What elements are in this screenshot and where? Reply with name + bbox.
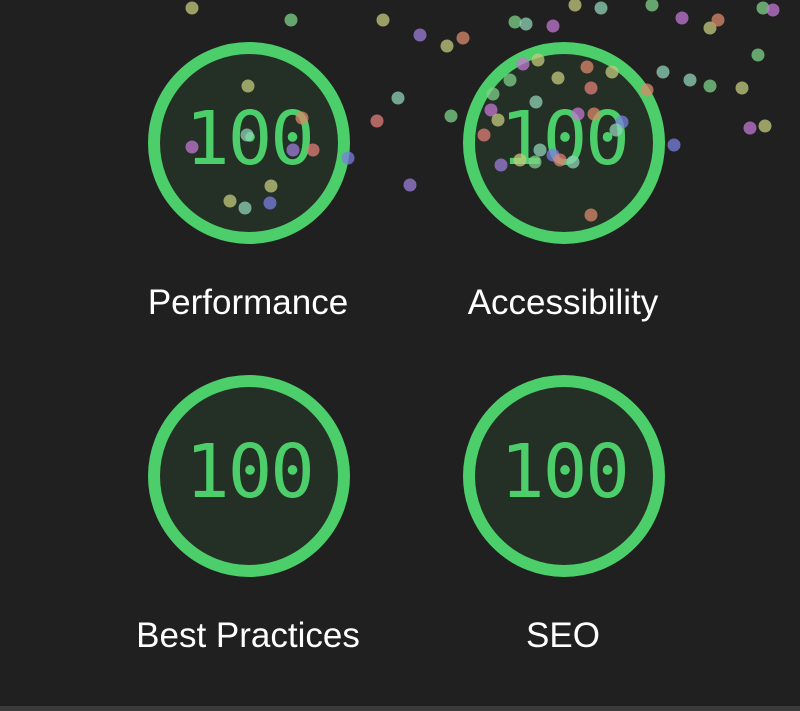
performance-label: Performance — [147, 283, 349, 322]
confetti-dot — [758, 119, 772, 133]
confetti-overlay — [185, 0, 780, 222]
confetti-dot — [546, 19, 560, 33]
performance-score-gauge[interactable]: 100 — [148, 42, 350, 244]
confetti-dot — [508, 15, 522, 29]
accessibility-score-value: 100 — [500, 96, 630, 182]
confetti-dot — [185, 1, 199, 15]
confetti-dot — [656, 65, 670, 79]
confetti-dot — [284, 13, 298, 27]
confetti-dot — [766, 3, 780, 17]
confetti-dot — [444, 109, 458, 123]
bottom-divider — [0, 706, 800, 711]
confetti-dot — [675, 11, 689, 25]
confetti-dot — [645, 0, 659, 12]
seo-score-value: 100 — [500, 429, 630, 515]
confetti-dot — [568, 0, 582, 12]
best-practices-score-value: 100 — [185, 429, 315, 515]
confetti-dot — [703, 79, 717, 93]
confetti-dot — [594, 1, 608, 15]
confetti-dot — [683, 73, 697, 87]
seo-label: SEO — [526, 616, 600, 655]
confetti-dot — [751, 48, 765, 62]
confetti-dot — [667, 138, 681, 152]
confetti-dot — [756, 1, 770, 15]
confetti-dot — [703, 21, 717, 35]
confetti-dot — [413, 28, 427, 42]
lighthouse-score-summary: 100 Performance 100 Accessibility 100 Be… — [0, 0, 800, 711]
confetti-dot — [456, 31, 470, 45]
confetti-dot — [403, 178, 417, 192]
confetti-dot — [711, 13, 725, 27]
confetti-dot — [376, 13, 390, 27]
best-practices-score-gauge[interactable]: 100 — [148, 375, 350, 577]
seo-score-gauge[interactable]: 100 — [463, 375, 665, 577]
confetti-dot — [743, 121, 757, 135]
accessibility-label: Accessibility — [467, 283, 659, 322]
confetti-dot — [735, 81, 749, 95]
performance-score-value: 100 — [185, 96, 315, 182]
accessibility-score-gauge[interactable]: 100 — [463, 42, 665, 244]
confetti-dot — [440, 39, 454, 53]
confetti-dot — [370, 114, 384, 128]
best-practices-label: Best Practices — [136, 616, 360, 655]
confetti-dot — [391, 91, 405, 105]
confetti-dot — [519, 17, 533, 31]
